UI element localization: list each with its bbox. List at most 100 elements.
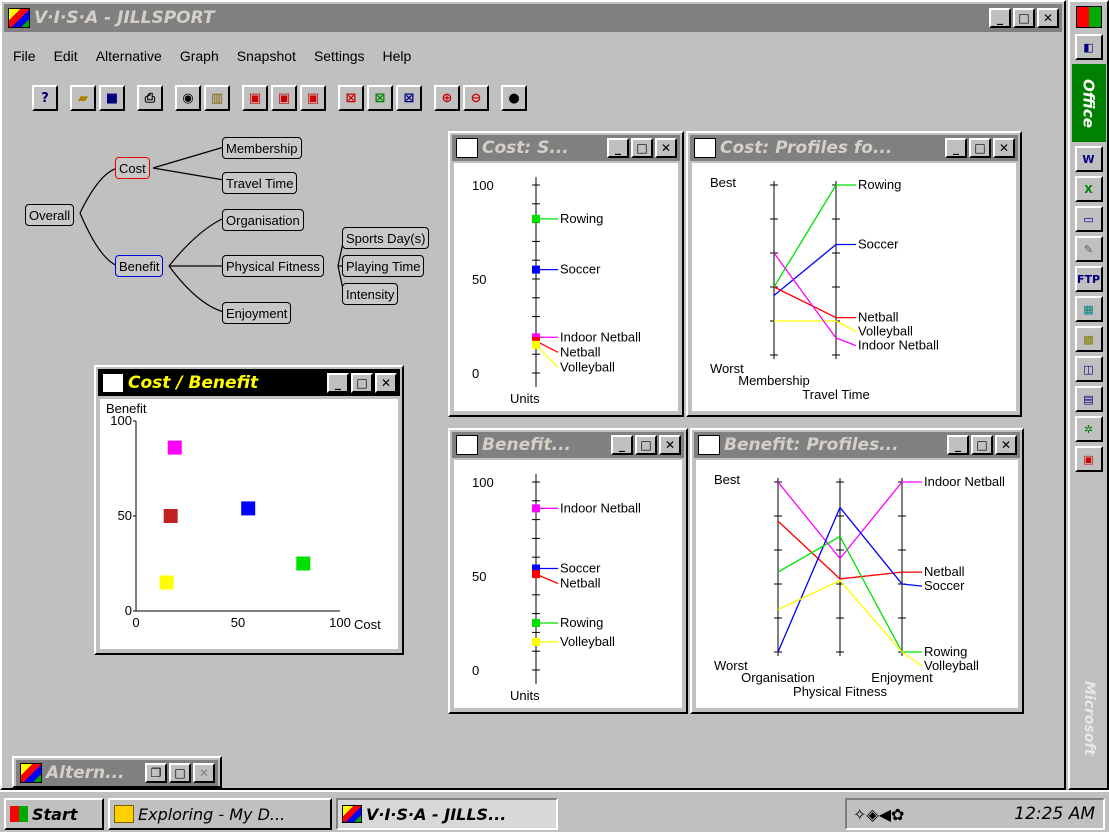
office-logo-icon[interactable] <box>1075 6 1102 28</box>
graph-edit-icon[interactable]: ▣ <box>271 85 297 111</box>
maximize-button[interactable]: □ <box>1013 8 1035 28</box>
alternatives-title: Altern... <box>46 763 125 783</box>
alternatives-window-minimized[interactable]: Altern... ❐ □ ✕ <box>12 756 222 788</box>
alternatives-titlebar[interactable]: Altern... ❐ □ ✕ <box>16 760 218 786</box>
tray-icons[interactable]: ✧◈◀✿ <box>853 805 904 824</box>
benefit-profiles-titlebar[interactable]: Benefit: Profiles... _ □ ✕ <box>694 432 1020 458</box>
profile-leader-indoor-netball <box>835 337 857 347</box>
excel-icon[interactable]: X <box>1074 176 1103 202</box>
open-folder-icon[interactable]: ▰ <box>70 85 96 111</box>
camera-icon[interactable]: ◉ <box>175 85 201 111</box>
benefit-scores-title: Benefit... <box>482 435 572 455</box>
word-icon[interactable]: W <box>1074 146 1103 172</box>
office-menu-icon[interactable]: ◧ <box>1074 34 1103 60</box>
grid-icon[interactable]: ▩ <box>1074 326 1103 352</box>
tree-node-enjoyment[interactable]: Enjoyment <box>222 302 292 324</box>
profile-graph-3-icon[interactable]: ⊠ <box>396 85 422 111</box>
network-icon[interactable]: ▦ <box>1074 296 1103 322</box>
profile-graph-icon[interactable]: ⊠ <box>338 85 364 111</box>
tree-node-organisation[interactable]: Organisation <box>222 209 304 231</box>
score-label-rowing: Rowing <box>560 615 603 630</box>
visa-app-icon[interactable] <box>8 8 30 28</box>
office-label: Office <box>1079 78 1098 128</box>
minimize-button[interactable]: _ <box>947 435 969 455</box>
cost-profiles-titlebar[interactable]: Cost: Profiles fo... _ □ ✕ <box>690 135 1018 161</box>
bomb-icon[interactable]: ● <box>501 85 527 111</box>
tree-node-sports-days[interactable]: Sports Day(s) <box>342 227 430 249</box>
window-icon[interactable]: ◫ <box>1074 356 1103 382</box>
benefit-profiles-title: Benefit: Profiles... <box>724 435 899 455</box>
print-icon[interactable]: ⎙ <box>137 85 163 111</box>
maximize-button[interactable]: □ <box>969 138 991 158</box>
powerpoint-icon[interactable]: ▭ <box>1074 206 1103 232</box>
cost-benefit-titlebar[interactable]: Cost / Benefit _ □ ✕ <box>98 369 400 396</box>
minimize-button[interactable]: _ <box>327 372 349 393</box>
y-tick-label: 50 <box>118 508 132 523</box>
zoom-in-icon[interactable]: ⊕ <box>434 85 460 111</box>
cost-benefit-window: Cost / Benefit _ □ ✕ Benefit 100 50 0 0 50 100… <box>94 365 404 655</box>
system-tray: ✧◈◀✿ 12:25 AM <box>845 798 1105 830</box>
cost-scores-titlebar[interactable]: Cost: S... _ □ ✕ <box>452 135 680 161</box>
snapshot-book-icon[interactable]: ▥ <box>204 85 230 111</box>
menu-edit[interactable]: Edit <box>45 48 87 64</box>
best-label: Best <box>710 175 736 190</box>
taskbar-visa[interactable]: V·I·S·A - JILLS... <box>336 798 558 830</box>
profile-graph-2-icon[interactable]: ⊠ <box>367 85 393 111</box>
pen-icon[interactable]: ✎ <box>1074 236 1103 262</box>
maximize-button[interactable]: □ <box>635 435 657 455</box>
graph-view-icon[interactable]: ▣ <box>300 85 326 111</box>
graph-add-icon[interactable]: ▣ <box>242 85 268 111</box>
close-button[interactable]: ✕ <box>655 138 677 158</box>
close-button[interactable]: ✕ <box>375 372 397 393</box>
visa-shortcut-icon[interactable]: ▣ <box>1074 446 1103 472</box>
minimize-button[interactable]: _ <box>945 138 967 158</box>
maximize-button[interactable]: □ <box>169 763 191 783</box>
save-icon[interactable]: ■ <box>99 85 125 111</box>
explorer-icon <box>114 805 134 823</box>
axis-category-physical-fitness: Physical Fitness <box>793 684 887 699</box>
tree-node-playing-time[interactable]: Playing Time <box>342 255 425 277</box>
axis-category-travel-time: Travel Time <box>802 387 869 402</box>
minimize-button[interactable]: _ <box>611 435 633 455</box>
profile-label-soccer: Soccer <box>924 578 965 593</box>
close-button[interactable]: ✕ <box>659 435 681 455</box>
zoom-out-icon[interactable]: ⊖ <box>463 85 489 111</box>
menu-alternative[interactable]: Alternative <box>87 48 171 64</box>
maximize-button[interactable]: □ <box>631 138 653 158</box>
close-button[interactable]: ✕ <box>193 763 215 783</box>
maximize-button[interactable]: □ <box>351 372 373 393</box>
close-button[interactable]: ✕ <box>1037 8 1059 28</box>
menu-bar: File Edit Alternative Graph Snapshot Set… <box>4 44 420 68</box>
tree-node-cost[interactable]: Cost <box>115 157 150 179</box>
tree-node-travel-time[interactable]: Travel Time <box>222 172 298 194</box>
main-titlebar[interactable]: V·I·S·A - JILLSPORT _ □ ✕ <box>4 4 1062 32</box>
tree-node-membership[interactable]: Membership <box>222 137 302 159</box>
menu-file[interactable]: File <box>4 48 45 64</box>
menu-snapshot[interactable]: Snapshot <box>228 48 305 64</box>
taskbar-exploring[interactable]: Exploring - My D... <box>108 798 332 830</box>
menu-help[interactable]: Help <box>374 48 421 64</box>
close-button[interactable]: ✕ <box>993 138 1015 158</box>
menu-graph[interactable]: Graph <box>171 48 228 64</box>
tree-node-intensity[interactable]: Intensity <box>342 283 399 305</box>
minimize-button[interactable]: _ <box>989 8 1011 28</box>
help-icon[interactable]: ? <box>32 85 58 111</box>
notepad-icon[interactable]: ▤ <box>1074 386 1103 412</box>
cost-profiles-chart: BestWorstMembershipTravel TimeRowingSocc… <box>710 175 939 402</box>
ftp-icon[interactable]: FTP <box>1074 266 1103 292</box>
maximize-button[interactable]: □ <box>971 435 993 455</box>
close-button[interactable]: ✕ <box>995 435 1017 455</box>
benefit-scores-titlebar[interactable]: Benefit... _ □ ✕ <box>452 432 684 458</box>
menu-settings[interactable]: Settings <box>305 48 374 64</box>
restore-button[interactable]: ❐ <box>145 763 167 783</box>
tree-node-benefit[interactable]: Benefit <box>115 255 164 277</box>
profile-window-icon <box>694 138 716 158</box>
minimize-button[interactable]: _ <box>607 138 629 158</box>
y-tick-label: 100 <box>110 413 132 428</box>
tree-node-overall[interactable]: Overall <box>25 204 75 226</box>
start-button[interactable]: Start <box>4 798 104 830</box>
visa-taskbar-icon <box>342 805 362 823</box>
tick-label: 100 <box>472 475 494 490</box>
puzzle-icon[interactable]: ✲ <box>1074 416 1103 442</box>
tree-node-physical-fitness[interactable]: Physical Fitness <box>222 255 324 277</box>
